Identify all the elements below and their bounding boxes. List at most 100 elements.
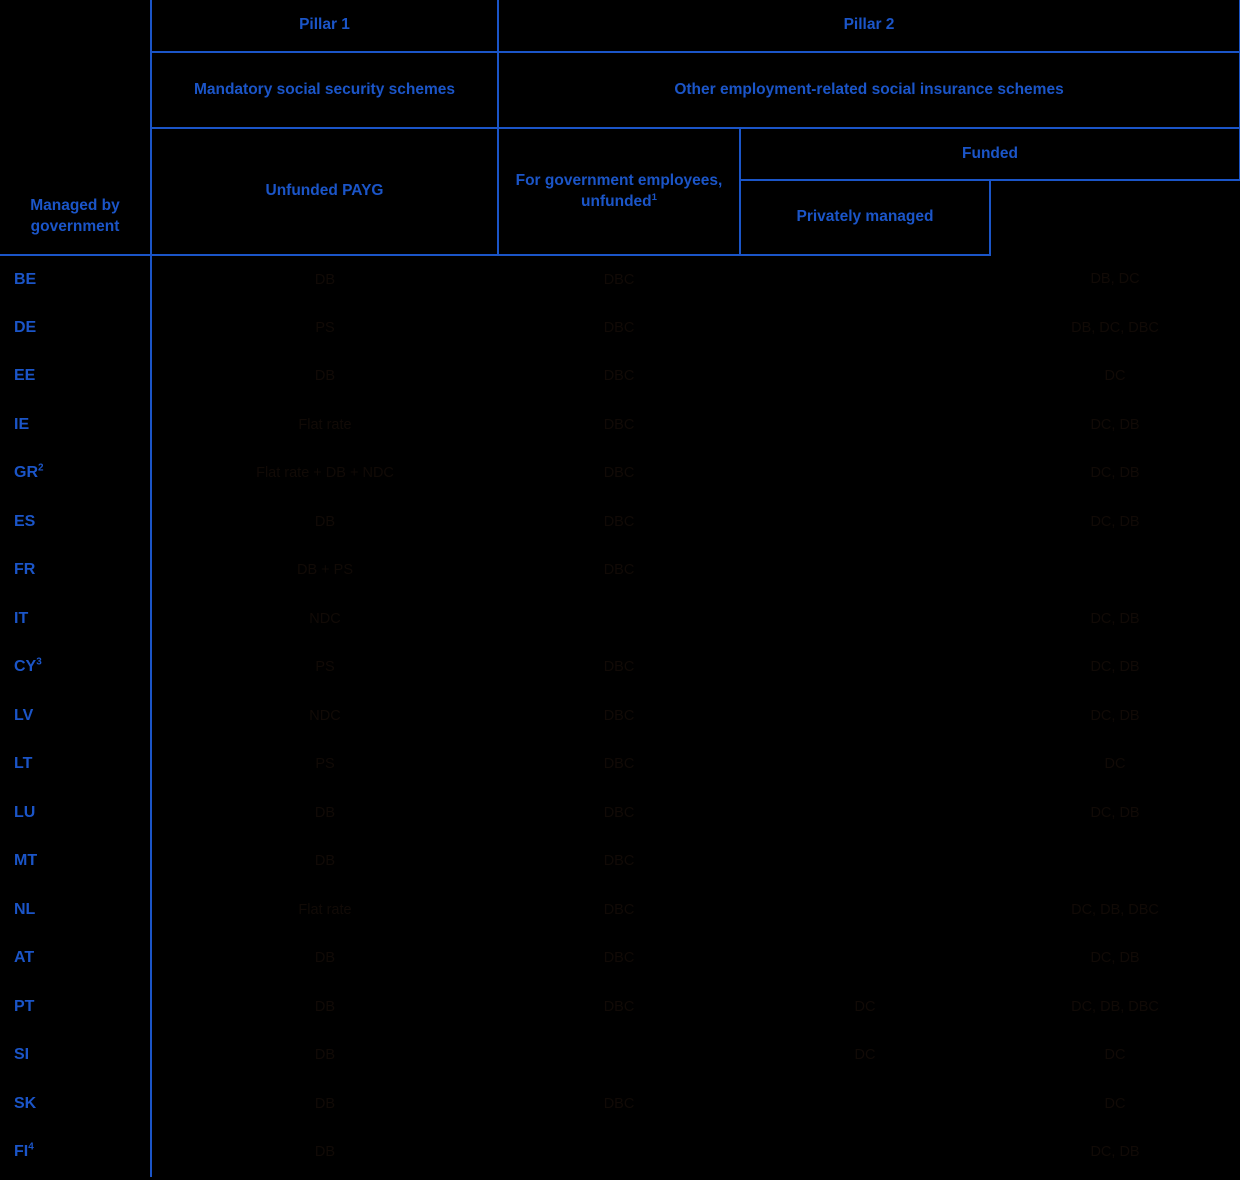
row-country-code: CY3 — [0, 643, 152, 692]
country-label: SI — [14, 1046, 30, 1064]
country-label: IT — [14, 609, 29, 627]
cell-unfunded-payg: Flat rate — [298, 416, 352, 433]
cell-privately-managed: DC, DB — [1090, 707, 1140, 724]
cell-gov-employees-unfunded: DBC — [603, 950, 635, 967]
pension-schemes-table: Pillar 1 Pillar 2 Mandatory social secur… — [0, 0, 1240, 1177]
table-row: MT DB DBC — [0, 837, 1240, 886]
table-row: FR DB + PS DBC — [0, 546, 1240, 595]
table-row: SK DB DBC DC — [0, 1079, 1240, 1129]
cell-managed-by-government — [740, 886, 990, 935]
row-country-code: NL — [0, 885, 152, 934]
cell-privately-managed: DC, DB — [1090, 416, 1140, 433]
cell-unfunded-payg: DB — [314, 804, 336, 821]
cell-managed-by-government: DC — [854, 998, 876, 1015]
cell-privately-managed: DC — [1104, 1095, 1126, 1112]
cell-managed-by-government — [740, 934, 990, 983]
cell-managed-by-government — [740, 692, 990, 741]
header-pillar-2: Pillar 2 — [498, 0, 1240, 53]
cell-managed-by-government — [740, 498, 990, 547]
cell-unfunded-payg: DB — [314, 271, 336, 288]
row-country-code: BE — [0, 255, 152, 304]
cell-managed-by-government — [740, 1080, 990, 1129]
row-country-code: GR2 — [0, 449, 152, 498]
cell-gov-employees-unfunded: DBC — [603, 901, 635, 918]
cell-gov-employees-unfunded — [498, 1031, 740, 1080]
header-funded: Funded — [740, 128, 1240, 181]
table-row: EE DB DBC DC — [0, 352, 1240, 401]
cell-unfunded-payg: PS — [315, 659, 335, 676]
cell-privately-managed: DC, DB, DBC — [1071, 998, 1159, 1015]
cell-gov-employees-unfunded — [498, 1128, 740, 1177]
row-country-code: IT — [0, 594, 152, 643]
cell-gov-employees-unfunded: DBC — [603, 804, 635, 821]
cell-unfunded-payg: PS — [315, 319, 335, 336]
cell-gov-employees-unfunded: DBC — [603, 416, 635, 433]
row-country-code: FR — [0, 546, 152, 595]
cell-gov-employees-unfunded: DBC — [603, 853, 635, 870]
country-label: DE — [14, 318, 37, 336]
row-country-code: LT — [0, 740, 152, 789]
cell-unfunded-payg: DB — [314, 1095, 336, 1112]
cell-unfunded-payg: NDC — [309, 610, 341, 627]
footnote-marker: 4 — [28, 1141, 34, 1153]
table-row: SI DB DC DC — [0, 1031, 1240, 1080]
table-row: FI4 DB DC, DB — [0, 1128, 1240, 1177]
table-body: BE DB DBC DB, DC DE PS DBC DB, DC, DBC EE DB DBC DC… — [0, 255, 1240, 1177]
row-country-code: MT — [0, 837, 152, 886]
cell-gov-employees-unfunded: DBC — [603, 271, 635, 288]
header-row-leaf-a: Unfunded PAYG For government employees, … — [0, 128, 1240, 256]
header-managed-by-government: Managed by government — [0, 180, 152, 256]
cell-privately-managed — [990, 837, 1240, 886]
cell-managed-by-government — [740, 595, 990, 644]
footnote-marker: 3 — [36, 656, 42, 668]
cell-managed-by-government — [740, 789, 990, 838]
cell-gov-employees-unfunded: DBC — [603, 368, 635, 385]
country-label: FR — [14, 561, 36, 579]
header-mandatory-social-security-schemes: Mandatory social security schemes — [150, 52, 499, 129]
cell-gov-employees-unfunded: DBC — [603, 1095, 635, 1112]
country-label: PT — [14, 997, 35, 1015]
cell-privately-managed: DC, DB — [1090, 950, 1140, 967]
header-gov-employees-label: For government employees, unfunded — [515, 171, 723, 210]
table-row: LU DB DBC DC, DB — [0, 788, 1240, 838]
cell-privately-managed: DC, DB — [1090, 804, 1140, 821]
cell-privately-managed: DC, DB, DBC — [1071, 901, 1159, 918]
cell-unfunded-payg: DB — [314, 853, 336, 870]
header-row-pillars: Pillar 1 Pillar 2 — [0, 0, 1240, 53]
cell-unfunded-payg: DB — [314, 1144, 336, 1161]
cell-unfunded-payg: PS — [315, 756, 335, 773]
cell-managed-by-government — [740, 401, 990, 450]
header-for-government-employees-unfunded: For government employees, unfunded1 — [498, 128, 741, 256]
country-label: AT — [14, 949, 35, 967]
country-label: GR — [14, 464, 38, 482]
cell-privately-managed — [990, 546, 1240, 595]
cell-gov-employees-unfunded: DBC — [603, 513, 635, 530]
row-country-code: LV — [0, 691, 152, 740]
country-label: SK — [14, 1094, 37, 1112]
country-label: FI — [14, 1143, 29, 1161]
header-row-scheme-types: Mandatory social security schemes Other … — [0, 52, 1240, 129]
country-label: MT — [14, 852, 38, 870]
cell-managed-by-government — [740, 740, 990, 789]
cell-privately-managed: DC — [1104, 368, 1126, 385]
cell-privately-managed: DC, DB — [1090, 465, 1140, 482]
cell-privately-managed: DC — [1104, 1047, 1126, 1064]
row-country-code: ES — [0, 497, 152, 546]
cell-unfunded-payg: DB + PS — [296, 562, 353, 579]
cell-unfunded-payg: NDC — [309, 707, 341, 724]
pension-schemes-table-container: Pillar 1 Pillar 2 Mandatory social secur… — [0, 0, 1240, 1180]
cell-managed-by-government — [740, 449, 990, 498]
header-unfunded-payg: Unfunded PAYG — [150, 128, 499, 256]
cell-gov-employees-unfunded: DBC — [603, 756, 635, 773]
table-row: GR2 Flat rate + DB + NDC DBC DC, DB — [0, 449, 1240, 498]
country-label: NL — [14, 900, 36, 918]
cell-managed-by-government — [740, 546, 990, 595]
table-row: LT PS DBC DC — [0, 740, 1240, 789]
cell-gov-employees-unfunded: DBC — [603, 465, 635, 482]
country-label: LV — [14, 706, 34, 724]
cell-managed-by-government — [740, 304, 990, 353]
cell-gov-employees-unfunded: DBC — [603, 659, 635, 676]
table-row: BE DB DBC DB, DC — [0, 255, 1240, 304]
table-row: PT DB DBC DC DC, DB, DBC — [0, 982, 1240, 1031]
country-label: BE — [14, 270, 37, 288]
